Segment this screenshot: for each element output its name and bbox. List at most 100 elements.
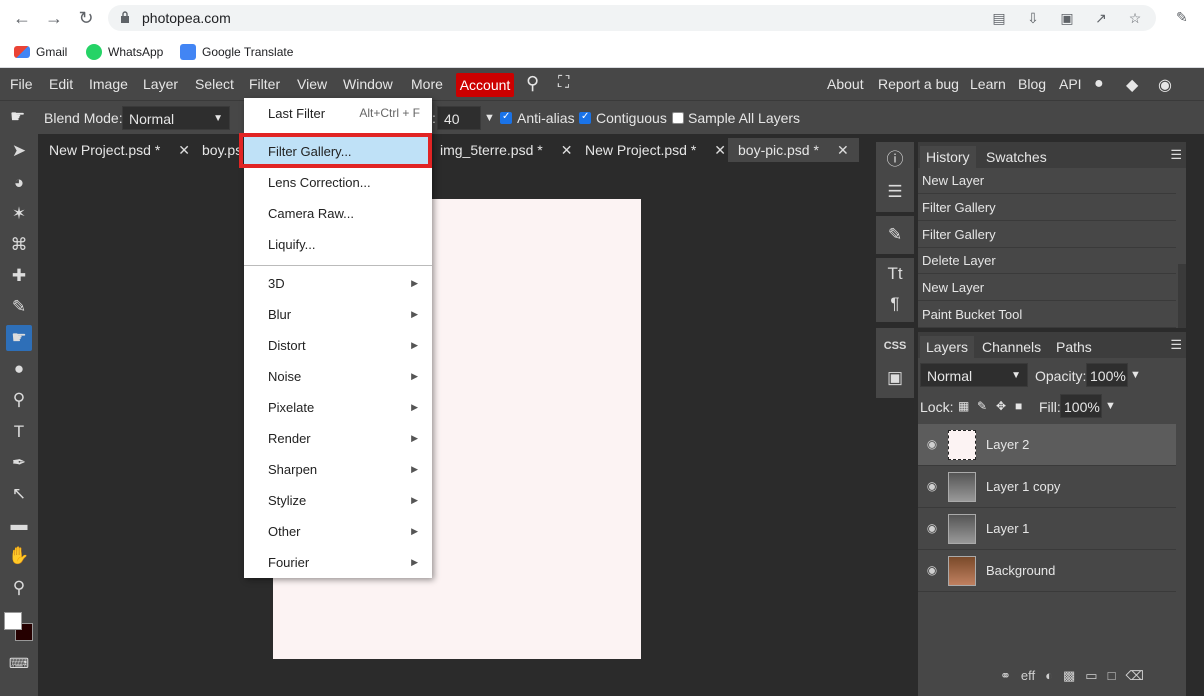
layer-row[interactable]: ◉ Layer 2: [918, 424, 1176, 466]
page-icon[interactable]: ▣: [1058, 9, 1076, 27]
reading-list-icon[interactable]: ▤: [990, 9, 1008, 27]
blend-mode-select[interactable]: Normal ▼: [122, 106, 230, 130]
pen-tool-icon[interactable]: ✒: [6, 450, 32, 476]
reddit-icon[interactable]: ●: [1094, 75, 1104, 93]
tab-history[interactable]: History: [920, 146, 976, 168]
menu-file[interactable]: File: [10, 76, 33, 92]
eye-icon[interactable]: ◉: [924, 521, 940, 537]
menu-item-sharpen[interactable]: Sharpen ▶: [244, 454, 432, 485]
history-row[interactable]: Filter Gallery: [918, 222, 1176, 248]
character-icon[interactable]: Tt: [883, 262, 907, 286]
panel-menu-icon[interactable]: ☰: [1170, 337, 1182, 353]
sample-all-checkbox[interactable]: [672, 112, 684, 124]
tab-channels[interactable]: Channels: [976, 336, 1047, 358]
clone-stamp-icon[interactable]: ☛: [6, 325, 32, 351]
menu-item-pixelate[interactable]: Pixelate ▶: [244, 392, 432, 423]
dodge-icon[interactable]: ⚲: [6, 387, 32, 413]
menu-item-liquify[interactable]: Liquify...: [244, 229, 432, 260]
lock-position-icon[interactable]: ✥: [996, 399, 1006, 413]
layer-row[interactable]: ◉ Layer 1: [918, 508, 1176, 550]
bookmark-google-translate[interactable]: Google Translate: [180, 43, 293, 61]
foreground-color-swatch[interactable]: [4, 612, 22, 630]
tab-layers[interactable]: Layers: [920, 336, 975, 358]
link-blog[interactable]: Blog: [1018, 76, 1046, 92]
share-icon[interactable]: ↗: [1092, 9, 1110, 27]
keyboard-icon[interactable]: ⌨: [6, 650, 32, 676]
zoom-tool-icon[interactable]: ⚲: [6, 575, 32, 601]
anti-alias-checkbox[interactable]: [500, 111, 512, 124]
install-icon[interactable]: ⇩: [1024, 9, 1042, 27]
tolerance-input[interactable]: 40: [437, 106, 481, 130]
tab-swatches[interactable]: Swatches: [980, 146, 1053, 168]
opacity-dropdown-icon[interactable]: ▼: [1130, 369, 1141, 381]
folder-icon[interactable]: ▭: [1085, 668, 1097, 684]
css-icon[interactable]: CSS: [883, 334, 907, 358]
new-layer-icon[interactable]: □: [1108, 668, 1116, 684]
history-scrollbar[interactable]: [1178, 264, 1186, 328]
menu-image[interactable]: Image: [89, 76, 128, 92]
panel-menu-icon[interactable]: ☰: [1170, 147, 1182, 163]
facebook-icon[interactable]: ◉: [1158, 75, 1172, 95]
reload-icon[interactable]: ↻: [76, 8, 96, 28]
extension-icon[interactable]: ✎: [1176, 9, 1194, 27]
link-icon[interactable]: ⚭: [1000, 668, 1011, 684]
close-icon[interactable]: ✕: [837, 142, 849, 158]
menu-item-3d[interactable]: 3D ▶: [244, 268, 432, 299]
menu-window[interactable]: Window: [343, 76, 393, 92]
forward-icon[interactable]: →: [44, 8, 64, 28]
eye-icon[interactable]: ◉: [924, 563, 940, 579]
link-api[interactable]: API: [1059, 76, 1082, 92]
link-learn[interactable]: Learn: [970, 76, 1006, 92]
tab-new-project-2[interactable]: New Project.psd * ✕: [575, 138, 736, 162]
layer-blend-select[interactable]: Normal ▼: [920, 363, 1028, 387]
menu-more[interactable]: More: [411, 76, 443, 92]
close-icon[interactable]: ✕: [714, 142, 726, 158]
menu-item-other[interactable]: Other ▶: [244, 516, 432, 547]
eye-icon[interactable]: ◉: [924, 437, 940, 453]
menu-select[interactable]: Select: [195, 76, 234, 92]
menu-view[interactable]: View: [297, 76, 327, 92]
magic-wand-icon[interactable]: ✶: [6, 201, 32, 227]
image-icon[interactable]: ▣: [883, 366, 907, 390]
menu-filter[interactable]: Filter: [249, 76, 280, 92]
link-about[interactable]: About: [827, 76, 864, 92]
tab-boy-pic[interactable]: boy-pic.psd * ✕: [728, 138, 859, 162]
address-bar[interactable]: photopea.com ▤ ⇩ ▣ ↗ ☆: [108, 5, 1156, 31]
adjustment-icon[interactable]: ◐: [1045, 668, 1053, 684]
menu-item-stylize[interactable]: Stylize ▶: [244, 485, 432, 516]
type-tool-icon[interactable]: T: [6, 419, 32, 445]
mask-icon[interactable]: ▩: [1063, 668, 1075, 684]
blur-drop-icon[interactable]: ●: [6, 356, 32, 382]
rectangle-tool-icon[interactable]: ▬: [6, 512, 32, 538]
crop-icon[interactable]: ⌘: [6, 232, 32, 258]
tab-paths[interactable]: Paths: [1050, 336, 1098, 358]
tolerance-dropdown-icon[interactable]: ▼: [484, 112, 495, 124]
tab-img-5terre[interactable]: img_5terre.psd * ✕: [430, 138, 582, 162]
menu-item-blur[interactable]: Blur ▶: [244, 299, 432, 330]
menu-item-lens-correction[interactable]: Lens Correction...: [244, 167, 432, 198]
menu-item-render[interactable]: Render ▶: [244, 423, 432, 454]
menu-item-fourier[interactable]: Fourier ▶: [244, 547, 432, 578]
delete-icon[interactable]: ⌫: [1125, 668, 1143, 684]
link-report-bug[interactable]: Report a bug: [878, 76, 959, 92]
lock-transparency-icon[interactable]: ▦: [958, 399, 969, 413]
adjustments-icon[interactable]: ☰: [883, 180, 907, 204]
menu-item-last-filter[interactable]: Last Filter Alt+Ctrl + F: [244, 98, 432, 129]
bookmark-whatsapp[interactable]: WhatsApp: [86, 43, 163, 61]
contiguous-checkbox[interactable]: [579, 111, 591, 124]
account-button[interactable]: Account: [456, 73, 514, 97]
history-row[interactable]: Delete Layer: [918, 248, 1176, 274]
path-select-icon[interactable]: ↖: [6, 481, 32, 507]
fullscreen-icon[interactable]: ⛶: [558, 74, 569, 92]
back-icon[interactable]: ←: [12, 8, 32, 28]
brush-icon[interactable]: ✎: [6, 294, 32, 320]
opacity-input[interactable]: 100%: [1086, 363, 1128, 387]
menu-item-noise[interactable]: Noise ▶: [244, 361, 432, 392]
close-icon[interactable]: ✕: [178, 142, 190, 158]
menu-edit[interactable]: Edit: [49, 76, 73, 92]
fill-input[interactable]: 100%: [1060, 394, 1102, 418]
healing-brush-icon[interactable]: ✚: [6, 263, 32, 289]
paragraph-icon[interactable]: ¶: [883, 292, 907, 316]
menu-item-distort[interactable]: Distort ▶: [244, 330, 432, 361]
layer-row[interactable]: ◉ Background: [918, 550, 1176, 592]
